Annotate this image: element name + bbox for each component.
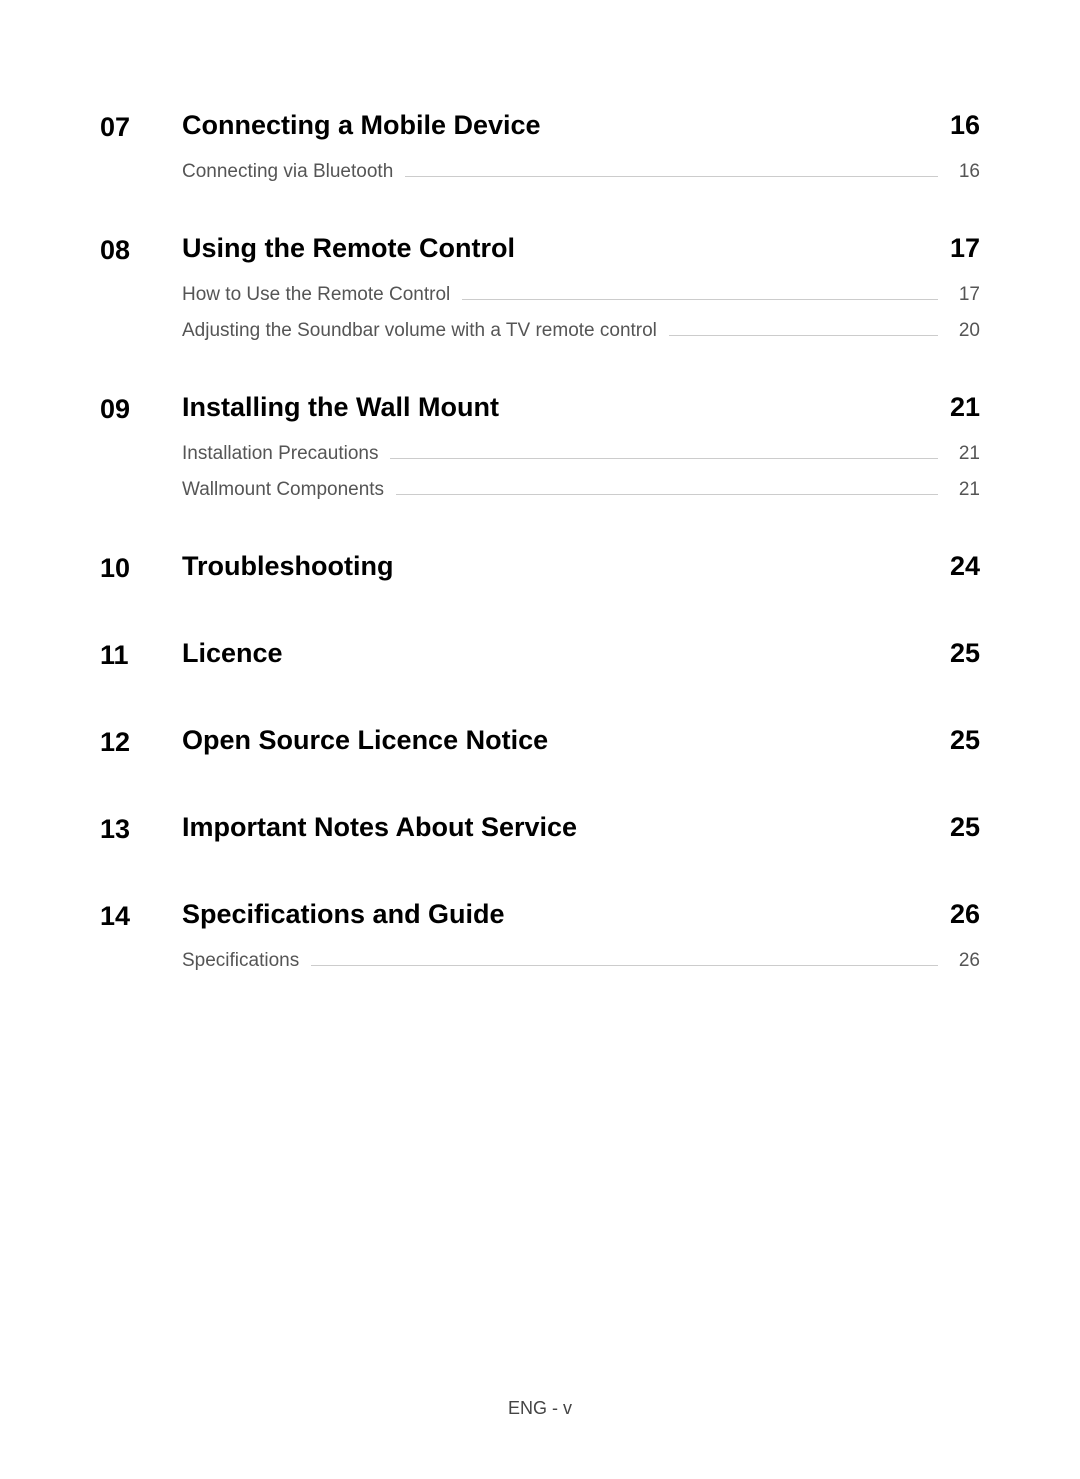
section-page: 21 bbox=[950, 392, 980, 423]
section-header: Licence 25 bbox=[182, 638, 980, 669]
subsection-title: Adjusting the Soundbar volume with a TV … bbox=[182, 320, 657, 342]
section-title: Installing the Wall Mount bbox=[182, 392, 499, 423]
toc-subsection: Specifications 26 bbox=[182, 950, 980, 972]
section-header: Connecting a Mobile Device 16 bbox=[182, 110, 980, 141]
section-title: Important Notes About Service bbox=[182, 812, 577, 843]
section-title: Connecting a Mobile Device bbox=[182, 110, 541, 141]
subsection-title: Specifications bbox=[182, 950, 299, 972]
page-footer: ENG - v bbox=[0, 1398, 1080, 1419]
section-content: Licence 25 bbox=[182, 638, 980, 689]
toc-section: 12 Open Source Licence Notice 25 bbox=[100, 725, 980, 776]
leader-line bbox=[396, 494, 938, 495]
section-content: Connecting a Mobile Device 16 Connecting… bbox=[182, 110, 980, 197]
toc-section: 08 Using the Remote Control 17 How to Us… bbox=[100, 233, 980, 356]
section-title: Troubleshooting bbox=[182, 551, 393, 582]
subsection-title: Wallmount Components bbox=[182, 479, 384, 501]
section-number: 09 bbox=[100, 392, 182, 515]
toc-subsection: Adjusting the Soundbar volume with a TV … bbox=[182, 320, 980, 342]
leader-line bbox=[405, 176, 938, 177]
section-number: 10 bbox=[100, 551, 182, 602]
section-page: 24 bbox=[950, 551, 980, 582]
section-title: Specifications and Guide bbox=[182, 899, 505, 930]
section-page: 25 bbox=[950, 812, 980, 843]
subsection-title: Installation Precautions bbox=[182, 443, 378, 465]
section-content: Open Source Licence Notice 25 bbox=[182, 725, 980, 776]
section-page: 16 bbox=[950, 110, 980, 141]
section-title: Licence bbox=[182, 638, 283, 669]
section-page: 25 bbox=[950, 638, 980, 669]
section-content: Specifications and Guide 26 Specificatio… bbox=[182, 899, 980, 986]
toc-subsection: Wallmount Components 21 bbox=[182, 479, 980, 501]
subsection-title: Connecting via Bluetooth bbox=[182, 161, 393, 183]
toc-subsection: How to Use the Remote Control 17 bbox=[182, 284, 980, 306]
leader-line bbox=[311, 965, 938, 966]
toc-subsection: Connecting via Bluetooth 16 bbox=[182, 161, 980, 183]
subsection-page: 26 bbox=[950, 950, 980, 972]
toc-section: 11 Licence 25 bbox=[100, 638, 980, 689]
subsection-page: 17 bbox=[950, 284, 980, 306]
leader-line bbox=[390, 458, 938, 459]
section-content: Troubleshooting 24 bbox=[182, 551, 980, 602]
section-number: 11 bbox=[100, 638, 182, 689]
toc-section: 14 Specifications and Guide 26 Specifica… bbox=[100, 899, 980, 986]
section-header: Installing the Wall Mount 21 bbox=[182, 392, 980, 423]
section-header: Open Source Licence Notice 25 bbox=[182, 725, 980, 756]
section-header: Troubleshooting 24 bbox=[182, 551, 980, 582]
section-page: 26 bbox=[950, 899, 980, 930]
section-number: 07 bbox=[100, 110, 182, 197]
section-page: 17 bbox=[950, 233, 980, 264]
subsection-title: How to Use the Remote Control bbox=[182, 284, 450, 306]
section-page: 25 bbox=[950, 725, 980, 756]
table-of-contents: 07 Connecting a Mobile Device 16 Connect… bbox=[100, 110, 980, 986]
section-content: Important Notes About Service 25 bbox=[182, 812, 980, 863]
toc-section: 13 Important Notes About Service 25 bbox=[100, 812, 980, 863]
section-header: Important Notes About Service 25 bbox=[182, 812, 980, 843]
section-title: Using the Remote Control bbox=[182, 233, 515, 264]
section-number: 14 bbox=[100, 899, 182, 986]
toc-section: 09 Installing the Wall Mount 21 Installa… bbox=[100, 392, 980, 515]
toc-subsection: Installation Precautions 21 bbox=[182, 443, 980, 465]
subsection-page: 16 bbox=[950, 161, 980, 183]
section-header: Using the Remote Control 17 bbox=[182, 233, 980, 264]
section-number: 08 bbox=[100, 233, 182, 356]
subsection-page: 20 bbox=[950, 320, 980, 342]
section-content: Using the Remote Control 17 How to Use t… bbox=[182, 233, 980, 356]
section-title: Open Source Licence Notice bbox=[182, 725, 548, 756]
toc-section: 10 Troubleshooting 24 bbox=[100, 551, 980, 602]
section-content: Installing the Wall Mount 21 Installatio… bbox=[182, 392, 980, 515]
subsection-page: 21 bbox=[950, 479, 980, 501]
leader-line bbox=[669, 335, 938, 336]
toc-section: 07 Connecting a Mobile Device 16 Connect… bbox=[100, 110, 980, 197]
section-header: Specifications and Guide 26 bbox=[182, 899, 980, 930]
subsection-page: 21 bbox=[950, 443, 980, 465]
section-number: 12 bbox=[100, 725, 182, 776]
leader-line bbox=[462, 299, 938, 300]
section-number: 13 bbox=[100, 812, 182, 863]
